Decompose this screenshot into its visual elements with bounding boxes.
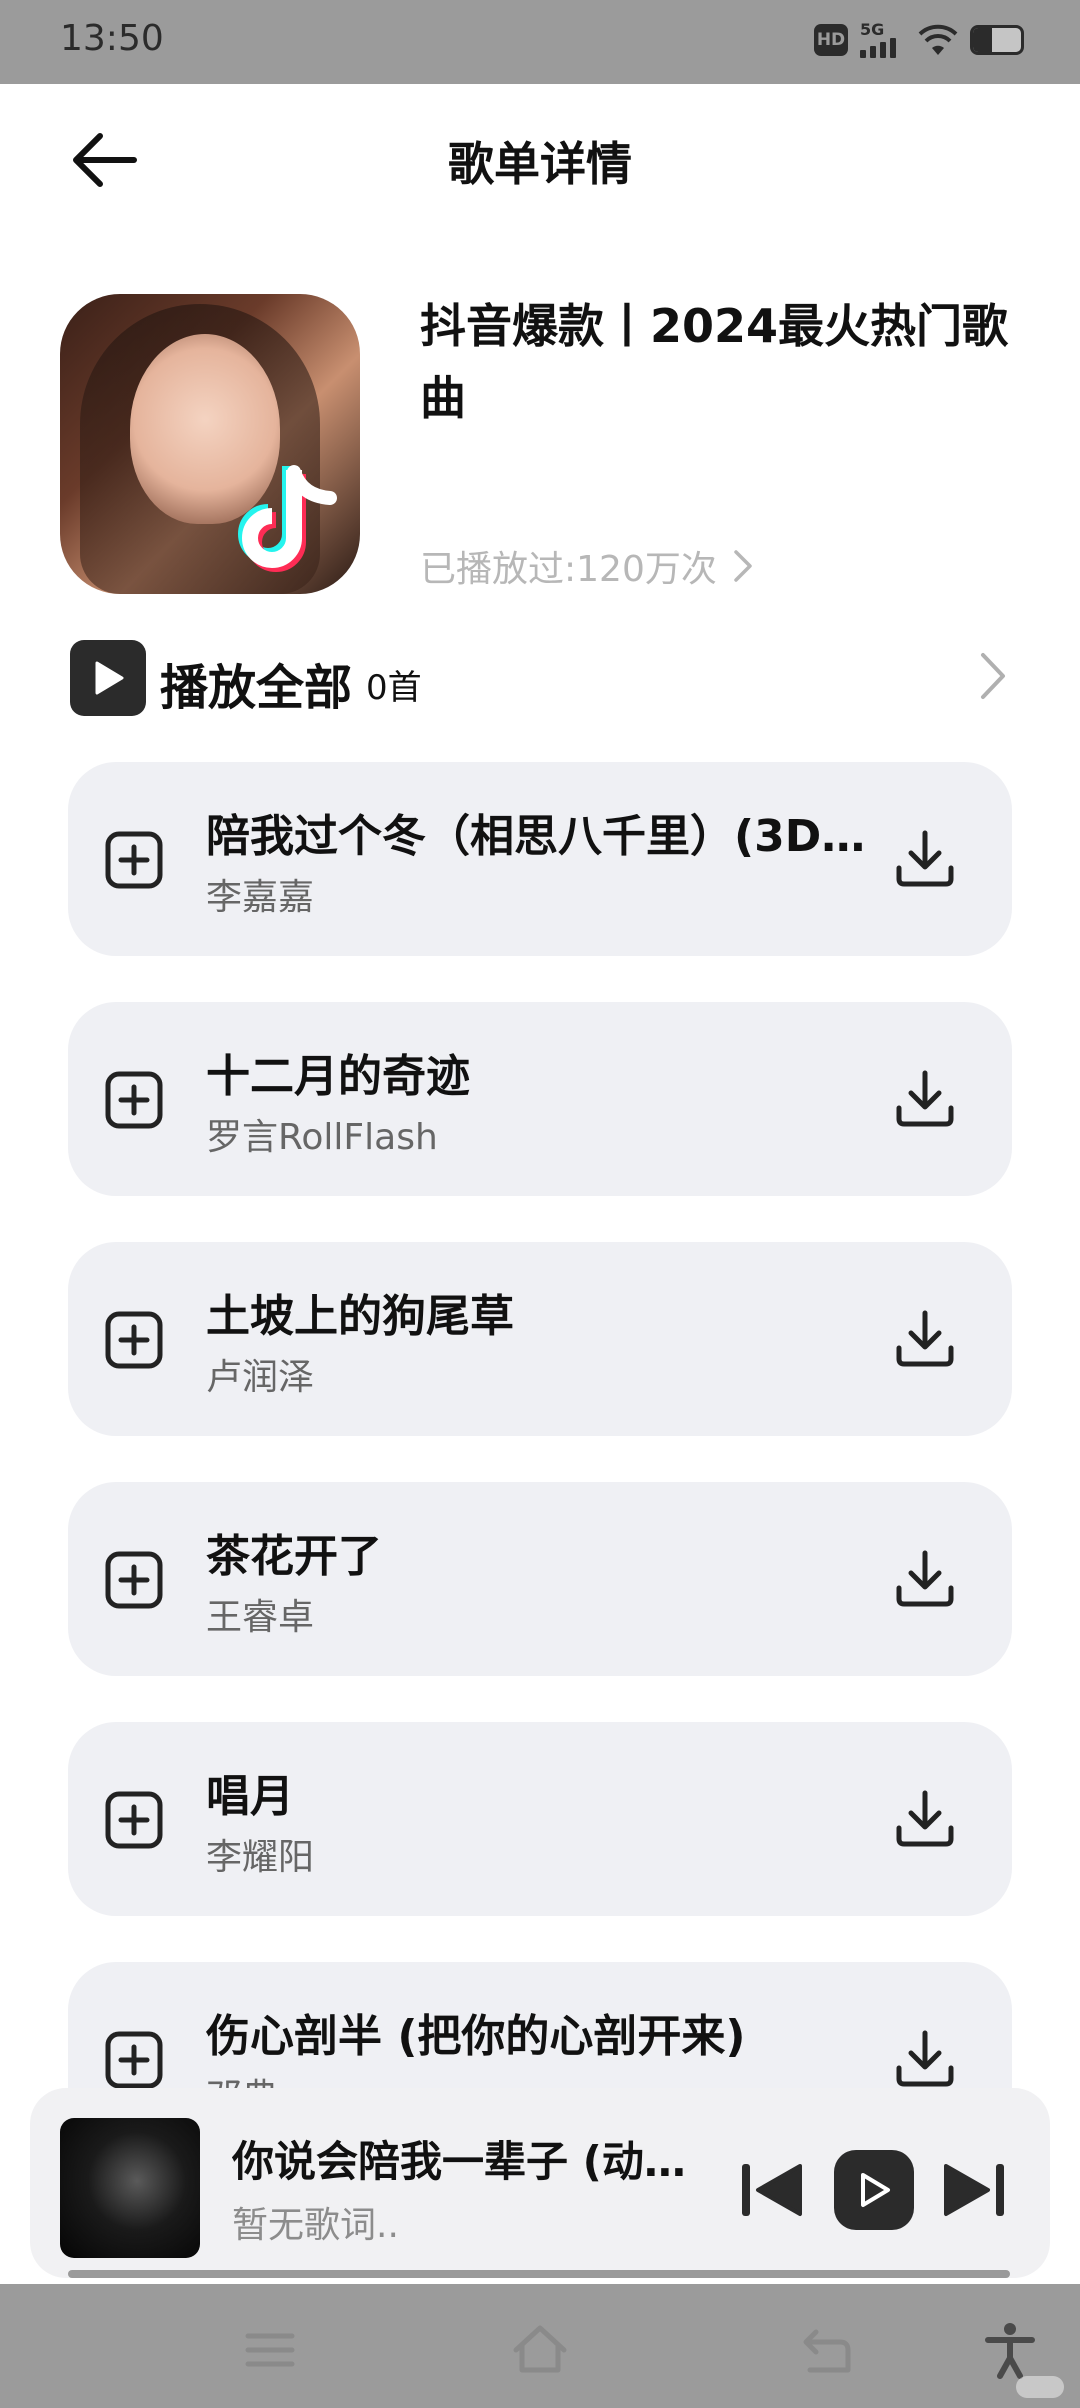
play-all-button[interactable] xyxy=(70,640,146,716)
back-nav-icon[interactable] xyxy=(796,2320,856,2380)
download-icon[interactable] xyxy=(894,2028,956,2090)
song-artist: 卢润泽 xyxy=(206,1357,315,1398)
song-title: 土坡上的狗尾草 xyxy=(206,1291,514,1342)
wifi-icon xyxy=(918,24,958,55)
playlist-cover xyxy=(60,294,360,594)
cellular-signal-icon: 5G xyxy=(860,20,906,58)
play-count-label: 已播放过:120万次 xyxy=(420,549,717,590)
song-title: 十二月的奇迹 xyxy=(206,1051,470,1102)
system-nav-bar xyxy=(0,2284,1080,2408)
chevron-right-icon[interactable] xyxy=(978,650,1008,702)
add-to-playlist-icon[interactable] xyxy=(104,1070,164,1130)
chevron-right-icon xyxy=(734,550,752,582)
playlist-title: 抖音爆款丨2024最火热门歌曲 xyxy=(420,299,1009,425)
accessibility-icon[interactable] xyxy=(980,2320,1040,2380)
playback-progress-bar[interactable] xyxy=(68,2270,1010,2278)
now-playing-cover xyxy=(60,2118,200,2258)
battery-icon xyxy=(970,25,1024,55)
play-all-row[interactable]: 播放全部 0首 xyxy=(68,636,1012,720)
status-time: 13:50 xyxy=(60,18,164,59)
download-icon[interactable] xyxy=(894,1788,956,1850)
play-pause-button[interactable] xyxy=(834,2150,914,2230)
menu-icon[interactable] xyxy=(240,2320,300,2380)
song-item[interactable]: 土坡上的狗尾草 卢润泽 xyxy=(68,1242,1012,1436)
song-title: 唱月 xyxy=(206,1771,294,1822)
song-item[interactable]: 唱月 李耀阳 xyxy=(68,1722,1012,1916)
status-bar: 13:50 HD 5G xyxy=(0,0,1080,84)
hd-icon: HD xyxy=(814,24,848,56)
song-artist: 李嘉嘉 xyxy=(206,877,315,918)
song-count: 0首 xyxy=(366,668,422,708)
play-count-link[interactable]: 已播放过:120万次 xyxy=(420,540,753,592)
download-icon[interactable] xyxy=(894,1308,956,1370)
mini-player[interactable]: 你说会陪我一辈子 (动感... 暂无歌词.. xyxy=(30,2088,1050,2278)
network-type-label: 5G xyxy=(860,20,885,39)
watermark xyxy=(1016,2376,1064,2398)
now-playing-lyric: 暂无歌词.. xyxy=(232,2205,399,2246)
song-title: 茶花开了 xyxy=(206,1531,382,1582)
song-item[interactable]: 陪我过个冬（相思八千里）(3D... 李嘉嘉 xyxy=(68,762,1012,956)
add-to-playlist-icon[interactable] xyxy=(104,1310,164,1370)
tiktok-logo-icon xyxy=(238,465,337,572)
add-to-playlist-icon[interactable] xyxy=(104,1790,164,1850)
play-all-label: 播放全部 xyxy=(160,660,353,716)
song-artist: 王睿卓 xyxy=(206,1597,315,1638)
song-item[interactable]: 十二月的奇迹 罗言RollFlash xyxy=(68,1002,1012,1196)
song-list: 陪我过个冬（相思八千里）(3D... 李嘉嘉 十二月的奇迹 罗言RollFlas… xyxy=(68,762,1012,2202)
status-icons: HD 5G xyxy=(814,20,1024,58)
add-to-playlist-icon[interactable] xyxy=(104,830,164,890)
song-title: 陪我过个冬（相思八千里）(3D... xyxy=(206,811,868,862)
next-track-icon[interactable] xyxy=(942,2160,1008,2220)
previous-track-icon[interactable] xyxy=(738,2160,804,2220)
play-icon xyxy=(95,661,124,695)
page-title: 歌单详情 xyxy=(448,137,632,191)
download-icon[interactable] xyxy=(894,1548,956,1610)
add-to-playlist-icon[interactable] xyxy=(104,1550,164,1610)
song-artist: 罗言RollFlash xyxy=(206,1117,438,1158)
download-icon[interactable] xyxy=(894,1068,956,1130)
header: 歌单详情 xyxy=(0,84,1080,234)
song-artist: 李耀阳 xyxy=(206,1837,315,1878)
download-icon[interactable] xyxy=(894,828,956,890)
now-playing-title: 你说会陪我一辈子 (动感... xyxy=(232,2137,722,2186)
song-item[interactable]: 茶花开了 王睿卓 xyxy=(68,1482,1012,1676)
play-icon xyxy=(861,2173,890,2207)
add-to-playlist-icon[interactable] xyxy=(104,2030,164,2090)
song-title: 伤心剖半 (把你的心剖开来) xyxy=(206,2011,746,2062)
home-icon[interactable] xyxy=(510,2320,570,2380)
